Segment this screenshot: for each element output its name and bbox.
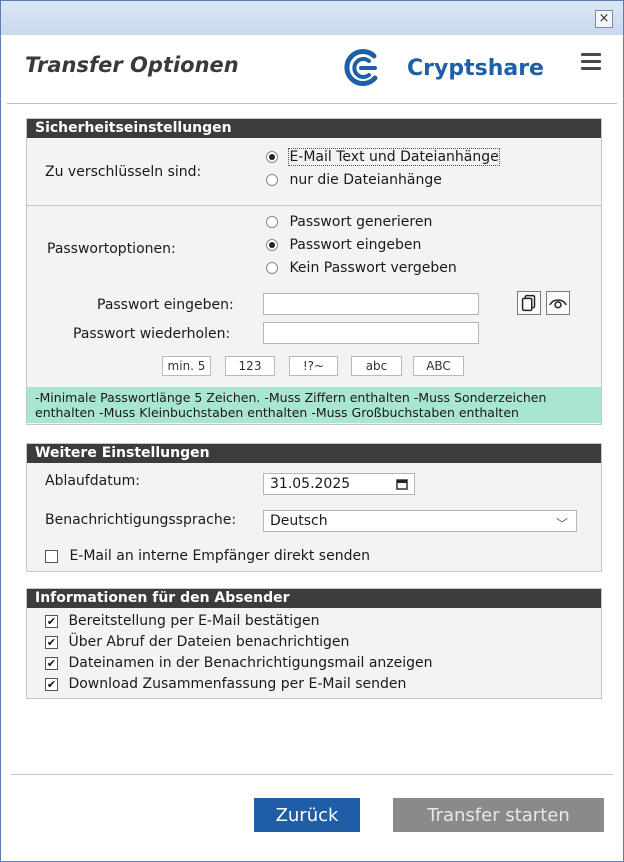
password-repeat-label: Passwort wiederholen: bbox=[73, 326, 231, 342]
rule-min-length: min. 5 bbox=[162, 356, 211, 376]
expiry-label: Ablaufdatum: bbox=[45, 473, 140, 489]
encrypt-option-attachments[interactable]: nur die Dateianhänge bbox=[266, 172, 442, 188]
sender-option-checkbox[interactable]: ✔ bbox=[45, 677, 58, 691]
password-option-generate[interactable]: Passwort generieren bbox=[266, 214, 432, 230]
copy-button[interactable] bbox=[517, 291, 541, 315]
sender-option-checkbox[interactable]: ✔ bbox=[45, 635, 58, 649]
chevron-down-icon: ﹀ bbox=[555, 517, 568, 531]
dialog-window: × Transfer Optionen Cryptshare Sicherhei… bbox=[0, 0, 624, 862]
password-option-label: Passwort eingeben bbox=[289, 237, 422, 253]
title-bar: × bbox=[1, 1, 623, 35]
encrypt-label: Zu verschlüsseln sind: bbox=[45, 164, 202, 180]
password-label: Passwort eingeben: bbox=[97, 297, 234, 313]
rule-special: !?~ bbox=[289, 356, 338, 376]
password-option-none[interactable]: Kein Passwort vergeben bbox=[266, 260, 457, 276]
password-hint: -Minimale Passwortlänge 5 Zeichen. -Muss… bbox=[27, 387, 601, 423]
menu-icon[interactable] bbox=[581, 53, 601, 70]
radio-encrypt-attachments[interactable] bbox=[266, 174, 278, 186]
sender-info-section: Informationen für den Absender ✔ Bereits… bbox=[26, 588, 602, 699]
sender-option-label: Über Abruf der Dateien benachrichtigen bbox=[68, 634, 350, 650]
expiry-date-input[interactable]: 31.05.2025 bbox=[263, 473, 415, 495]
further-settings-section: Weitere Einstellungen Ablaufdatum: 31.05… bbox=[26, 443, 602, 572]
radio-encrypt-full[interactable] bbox=[266, 151, 278, 163]
sender-option-label: Download Zusammenfassung per E-Mail send… bbox=[68, 676, 407, 692]
sender-option-label: Bereitstellung per E-Mail bestätigen bbox=[68, 613, 320, 629]
direct-send-label: E-Mail an interne Empfänger direkt sende… bbox=[69, 548, 370, 564]
rule-uppercase: ABC bbox=[413, 356, 464, 376]
dialog-header: Transfer Optionen Cryptshare bbox=[7, 35, 617, 104]
start-transfer-button[interactable]: Transfer starten bbox=[393, 798, 604, 832]
sender-option-checkbox[interactable]: ✔ bbox=[45, 656, 58, 670]
close-button[interactable]: × bbox=[595, 10, 613, 28]
section-divider bbox=[27, 205, 601, 206]
radio-generate[interactable] bbox=[266, 216, 278, 228]
encrypt-option-label: nur die Dateianhänge bbox=[289, 172, 442, 188]
sender-option-label: Dateinamen in der Benachrichtigungsmail … bbox=[68, 655, 433, 671]
password-option-enter[interactable]: Passwort eingeben bbox=[266, 237, 421, 253]
password-repeat-input[interactable] bbox=[263, 322, 479, 344]
direct-send-option[interactable]: E-Mail an interne Empfänger direkt sende… bbox=[45, 548, 370, 564]
sender-option[interactable]: ✔ Über Abruf der Dateien benachrichtigen bbox=[45, 634, 349, 650]
password-option-label: Passwort generieren bbox=[289, 214, 433, 230]
language-label: Benachrichtigungssprache: bbox=[45, 512, 237, 528]
page-title: Transfer Optionen bbox=[25, 53, 239, 77]
password-input[interactable] bbox=[263, 293, 479, 315]
rule-digits: 123 bbox=[225, 356, 275, 376]
sender-option[interactable]: ✔ Dateinamen in der Benachrichtigungsmai… bbox=[45, 655, 433, 671]
sender-option-checkbox[interactable]: ✔ bbox=[45, 614, 58, 628]
calendar-icon[interactable] bbox=[396, 478, 408, 490]
rule-lowercase: abc bbox=[351, 356, 402, 376]
section-heading: Sicherheitseinstellungen bbox=[27, 119, 601, 138]
password-options-label: Passwortoptionen: bbox=[47, 241, 176, 257]
eye-icon bbox=[549, 299, 567, 309]
encrypt-option-label: E-Mail Text und Dateianhänge bbox=[288, 148, 500, 166]
sender-option[interactable]: ✔ Bereitstellung per E-Mail bestätigen bbox=[45, 613, 319, 629]
language-value: Deutsch bbox=[270, 513, 328, 529]
brand-name: Cryptshare bbox=[407, 56, 544, 81]
direct-send-checkbox[interactable] bbox=[45, 549, 58, 563]
expiry-date-value: 31.05.2025 bbox=[270, 476, 351, 492]
security-section: Sicherheitseinstellungen Zu verschlüssel… bbox=[26, 118, 602, 425]
show-password-button[interactable] bbox=[546, 291, 570, 315]
cryptshare-logo-icon bbox=[344, 49, 378, 87]
sender-option[interactable]: ✔ Download Zusammenfassung per E-Mail se… bbox=[45, 676, 406, 692]
radio-none[interactable] bbox=[266, 262, 278, 274]
copy-icon bbox=[521, 294, 536, 312]
password-option-label: Kein Passwort vergeben bbox=[289, 260, 457, 276]
radio-enter[interactable] bbox=[266, 239, 278, 251]
section-heading: Weitere Einstellungen bbox=[27, 444, 601, 463]
language-select[interactable]: Deutsch ﹀ bbox=[263, 510, 577, 532]
footer-divider bbox=[11, 774, 613, 775]
back-button[interactable]: Zurück bbox=[254, 798, 360, 832]
section-heading: Informationen für den Absender bbox=[27, 589, 601, 608]
encrypt-option-full[interactable]: E-Mail Text und Dateianhänge bbox=[266, 148, 500, 166]
